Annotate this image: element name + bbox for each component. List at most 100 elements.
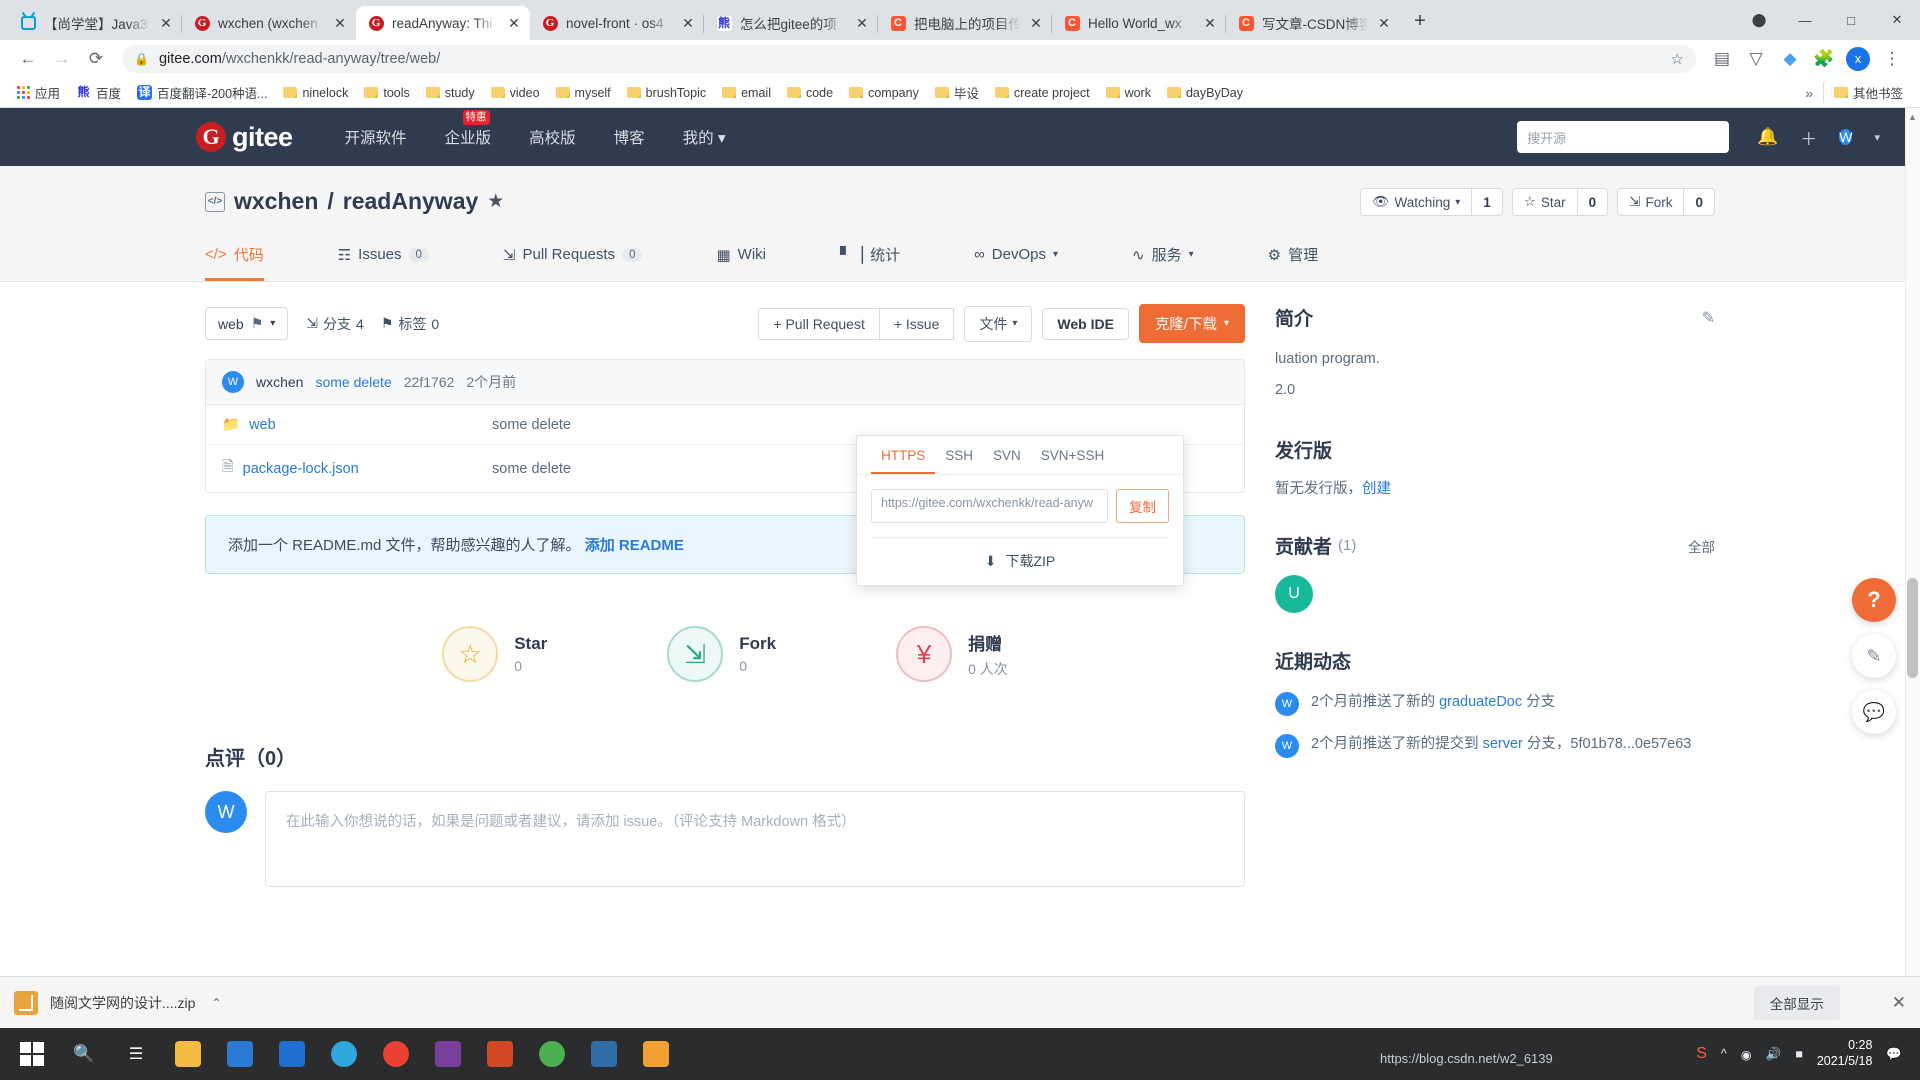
download-file-name[interactable]: 随阅文学网的设计....zip [50, 993, 195, 1013]
new-pull-request-button[interactable]: + Pull Request [758, 307, 880, 340]
close-window-button[interactable]: ✕ [1874, 0, 1920, 40]
bookmark-folder[interactable]: dayByDay [1160, 83, 1250, 103]
show-all-downloads-button[interactable]: 全部显示 [1753, 985, 1840, 1020]
network-icon[interactable]: ◉ [1741, 1047, 1752, 1062]
contributors-all-link[interactable]: 全部 [1688, 536, 1715, 556]
reload-icon[interactable]: ⟳ [80, 43, 112, 75]
nav-item-opensource[interactable]: 开源软件 [345, 126, 407, 148]
bookmark-folder[interactable]: work [1099, 83, 1158, 103]
comment-input[interactable]: 在此输入你想说的话，如果是问题或者建议，请添加 issue。（评论支持 Mark… [265, 791, 1245, 887]
branches-link[interactable]: ⇲ 分支 4 [306, 314, 364, 334]
other-bookmarks-folder[interactable]: 其他书签 [1822, 80, 1910, 105]
close-icon[interactable]: ✕ [332, 15, 348, 31]
donate-action[interactable]: ¥ 捐赠 0 人次 [896, 626, 1008, 682]
activity-link[interactable]: server [1483, 736, 1523, 752]
bookmark-folder[interactable]: video [484, 83, 547, 103]
page-scrollbar[interactable]: ▲ ▼ [1905, 108, 1920, 998]
tab-services[interactable]: ∿ 服务 ▾ [1132, 232, 1194, 281]
tray-expand-icon[interactable]: ^ [1721, 1047, 1727, 1061]
start-button[interactable] [8, 1032, 56, 1076]
plus-icon[interactable]: ＋ [1800, 125, 1817, 150]
edit-icon[interactable]: ✎ [1702, 308, 1715, 328]
sidepanel-icon[interactable]: ▤ [1706, 43, 1738, 75]
bookmark-folder[interactable]: 毕设 [928, 80, 986, 105]
bookmark-folder[interactable]: code [780, 83, 840, 103]
browser-tab[interactable]: C Hello World_wx ✕ [1051, 6, 1226, 40]
bell-icon[interactable]: 🔔 [1757, 127, 1778, 147]
vscode-button[interactable] [580, 1032, 628, 1076]
water-drop-icon[interactable]: ◆ [1774, 43, 1806, 75]
close-icon[interactable]: ✕ [158, 15, 174, 31]
browser-tab[interactable]: 熊 怎么把gitee的项 ✕ [703, 6, 878, 40]
help-button[interactable]: ? [1852, 578, 1896, 622]
browser-tab[interactable]: C 把电脑上的项目传 ✕ [877, 6, 1052, 40]
sketch-button[interactable] [632, 1032, 680, 1076]
tab-wiki[interactable]: ▦ Wiki [716, 232, 766, 281]
forward-icon[interactable]: → [46, 43, 78, 75]
close-icon[interactable]: ✕ [1028, 15, 1044, 31]
task-view-button[interactable]: ☰ [112, 1032, 160, 1076]
bookmark-folder[interactable]: brushTopic [620, 83, 713, 103]
bookmark-folder[interactable]: company [842, 83, 926, 103]
onenote-button[interactable] [424, 1032, 472, 1076]
bookmarks-overflow-icon[interactable]: » [1797, 85, 1821, 101]
watch-button[interactable]: 👁 Watching ▾ 1 [1360, 188, 1503, 216]
chat-button[interactable]: 💬 [1852, 690, 1896, 734]
clone-tab-svn-ssh[interactable]: SVN+SSH [1031, 436, 1114, 474]
create-release-link[interactable]: 创建 [1362, 481, 1391, 497]
commit-sha[interactable]: 22f1762 [404, 374, 455, 390]
chevron-up-icon[interactable]: ⌃ [211, 996, 221, 1010]
chevron-down-icon[interactable]: ▾ [1874, 131, 1880, 144]
tab-pull-requests[interactable]: ⇲ Pull Requests 0 [503, 232, 643, 281]
browser-tab[interactable]: G wxchen (wxchen ✕ [181, 6, 356, 40]
minimize-button[interactable]: — [1782, 0, 1828, 40]
browser-tab[interactable]: 【尚学堂】Java3 ✕ [8, 6, 182, 40]
bookmark-folder[interactable]: myself [549, 83, 618, 103]
fork-button[interactable]: ⇲ Fork 0 [1617, 188, 1715, 216]
chrome-button[interactable] [372, 1032, 420, 1076]
new-issue-button[interactable]: + Issue [878, 307, 955, 340]
volume-icon[interactable]: 🔊 [1766, 1047, 1782, 1062]
new-tab-button[interactable]: + [1406, 8, 1434, 36]
powerpoint-button[interactable] [476, 1032, 524, 1076]
extension-icon[interactable]: 🧩 [1808, 43, 1840, 75]
close-icon[interactable]: ✕ [854, 15, 870, 31]
fork-action[interactable]: ⇲ Fork 0 [667, 626, 776, 682]
bookmark-folder[interactable]: tools [357, 83, 416, 103]
bookmark-folder[interactable]: ninelock [276, 83, 355, 103]
clone-tab-https[interactable]: HTTPS [871, 436, 936, 474]
todo-button[interactable] [268, 1032, 316, 1076]
avatar[interactable]: U [1275, 575, 1313, 614]
address-bar[interactable]: 🔒 gitee.com/wxchenkk/read-anyway/tree/we… [122, 45, 1696, 73]
clone-tab-ssh[interactable]: SSH [935, 436, 983, 474]
feedback-button[interactable]: ✎ [1852, 634, 1896, 678]
star-button[interactable]: ☆ Star 0 [1511, 188, 1609, 216]
bookmark-star-icon[interactable]: ☆ [1671, 50, 1684, 68]
clone-tab-svn[interactable]: SVN [983, 436, 1031, 474]
bookmark-folder[interactable]: email [715, 83, 778, 103]
back-icon[interactable]: ← [12, 43, 44, 75]
mail-button[interactable] [216, 1032, 264, 1076]
tags-link[interactable]: ⚑ 标签 0 [381, 314, 439, 334]
maximize-button[interactable]: □ [1828, 0, 1874, 40]
gitee-logo[interactable]: G gitee [196, 122, 293, 153]
close-icon[interactable]: ✕ [1202, 15, 1218, 31]
add-readme-link[interactable]: 添加 README [585, 537, 684, 554]
download-zip-button[interactable]: ⬇ 下载ZIP [871, 537, 1169, 571]
star-action[interactable]: ☆ Star 0 [442, 626, 547, 682]
scroll-up-icon[interactable]: ▲ [1907, 112, 1918, 122]
tab-code[interactable]: </> 代码 [205, 232, 264, 281]
clock[interactable]: 0:28 2021/5/18 [1817, 1038, 1873, 1069]
file-explorer-button[interactable] [164, 1032, 212, 1076]
repo-owner[interactable]: wxchen [234, 188, 318, 215]
clone-download-button[interactable]: 克隆/下载 ▾ [1138, 304, 1245, 343]
notification-icon[interactable]: 💬 [1886, 1047, 1902, 1062]
bookmark-folder[interactable]: create project [988, 83, 1097, 103]
clone-url-input[interactable]: https://gitee.com/wxchenkk/read-anyw [871, 489, 1108, 523]
files-dropdown-button[interactable]: 文件 ▾ [964, 305, 1033, 342]
activity-link[interactable]: graduateDoc [1439, 694, 1522, 710]
close-icon[interactable]: ✕ [506, 15, 522, 31]
close-icon[interactable]: ✕ [1892, 993, 1906, 1013]
browser-tab[interactable]: G novel-front · os4 ✕ [530, 6, 704, 40]
commit-author[interactable]: wxchen [256, 374, 303, 390]
